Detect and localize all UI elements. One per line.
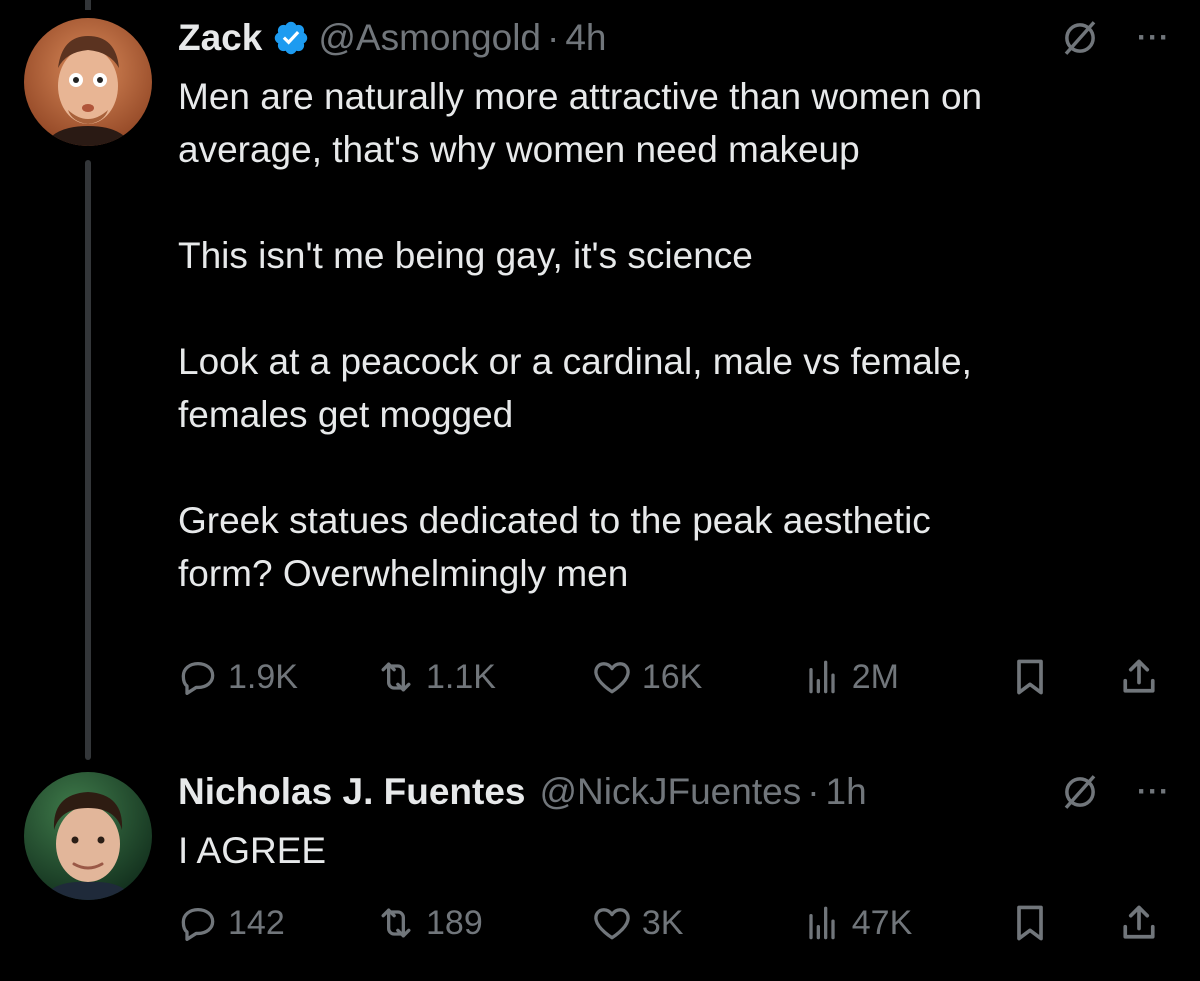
tweet-actions: 142 189 3K 47K — [176, 893, 1176, 953]
repost-button[interactable]: 189 — [374, 901, 590, 945]
grok-icon[interactable] — [1059, 771, 1101, 813]
bookmark-icon — [1016, 659, 1043, 695]
share-button[interactable] — [1117, 655, 1176, 699]
reply-count: 142 — [228, 903, 285, 942]
like-icon — [594, 908, 630, 940]
tweet-content: Zack @Asmongold · 4h ··· Men are natural — [178, 8, 1170, 600]
repost-count: 189 — [426, 903, 483, 942]
repost-icon — [381, 662, 411, 692]
views-count: 47K — [851, 903, 913, 942]
reply-button[interactable]: 1.9K — [176, 655, 374, 699]
separator-dot: · — [547, 17, 560, 58]
tweet-header: Zack @Asmongold · 4h ··· — [178, 8, 1170, 68]
more-icon[interactable]: ··· — [1137, 23, 1170, 53]
tweet-content: Nicholas J. Fuentes @NickJFuentes · 1h ·… — [178, 762, 1170, 877]
reply-icon — [181, 907, 215, 941]
more-icon[interactable]: ··· — [1137, 777, 1170, 807]
like-button[interactable]: 16K — [590, 655, 800, 699]
avatar[interactable] — [24, 18, 152, 146]
grok-icon[interactable] — [1059, 17, 1101, 59]
share-icon — [1123, 905, 1155, 939]
timestamp[interactable]: 1h — [826, 771, 867, 813]
tweet-header: Nicholas J. Fuentes @NickJFuentes · 1h ·… — [178, 762, 1170, 822]
tweet-thread: Zack @Asmongold · 4h ··· Men are natural — [0, 0, 1200, 981]
author-handle[interactable]: @Asmongold — [318, 17, 541, 59]
repost-count: 1.1K — [426, 657, 496, 696]
views-icon — [809, 906, 835, 940]
repost-button[interactable]: 1.1K — [374, 655, 590, 699]
bookmark-button[interactable] — [1008, 655, 1117, 699]
like-icon — [594, 662, 630, 694]
share-icon — [1123, 659, 1155, 693]
bookmark-icon — [1016, 905, 1043, 941]
author-handle[interactable]: @NickJFuentes — [540, 771, 802, 813]
repost-icon — [381, 908, 411, 938]
like-count: 3K — [641, 903, 684, 942]
tweet-text: I AGREE — [178, 830, 327, 871]
tweet-actions: 1.9K 1.1K 16K 2M — [176, 647, 1176, 707]
tweet-text: Men are naturally more attractive than w… — [178, 76, 983, 594]
views-icon — [809, 660, 835, 694]
timestamp[interactable]: 4h — [565, 17, 606, 59]
like-button[interactable]: 3K — [590, 901, 800, 945]
views-button[interactable]: 47K — [800, 901, 1008, 945]
views-button[interactable]: 2M — [800, 655, 1008, 699]
tweet[interactable]: Zack @Asmongold · 4h ··· Men are natural — [0, 0, 1200, 760]
bookmark-button[interactable] — [1008, 901, 1117, 945]
views-count: 2M — [851, 657, 899, 696]
verified-badge-icon — [272, 19, 310, 57]
author-name[interactable]: Zack — [178, 17, 262, 59]
reply-icon — [181, 661, 215, 695]
reply-count: 1.9K — [228, 657, 298, 696]
like-count: 16K — [641, 657, 703, 696]
author-name[interactable]: Nicholas J. Fuentes — [178, 771, 526, 813]
separator-dot: · — [807, 771, 820, 812]
reply-button[interactable]: 142 — [176, 901, 374, 945]
share-button[interactable] — [1117, 901, 1176, 945]
avatar[interactable] — [24, 772, 152, 900]
tweet[interactable]: Nicholas J. Fuentes @NickJFuentes · 1h ·… — [0, 760, 1200, 981]
